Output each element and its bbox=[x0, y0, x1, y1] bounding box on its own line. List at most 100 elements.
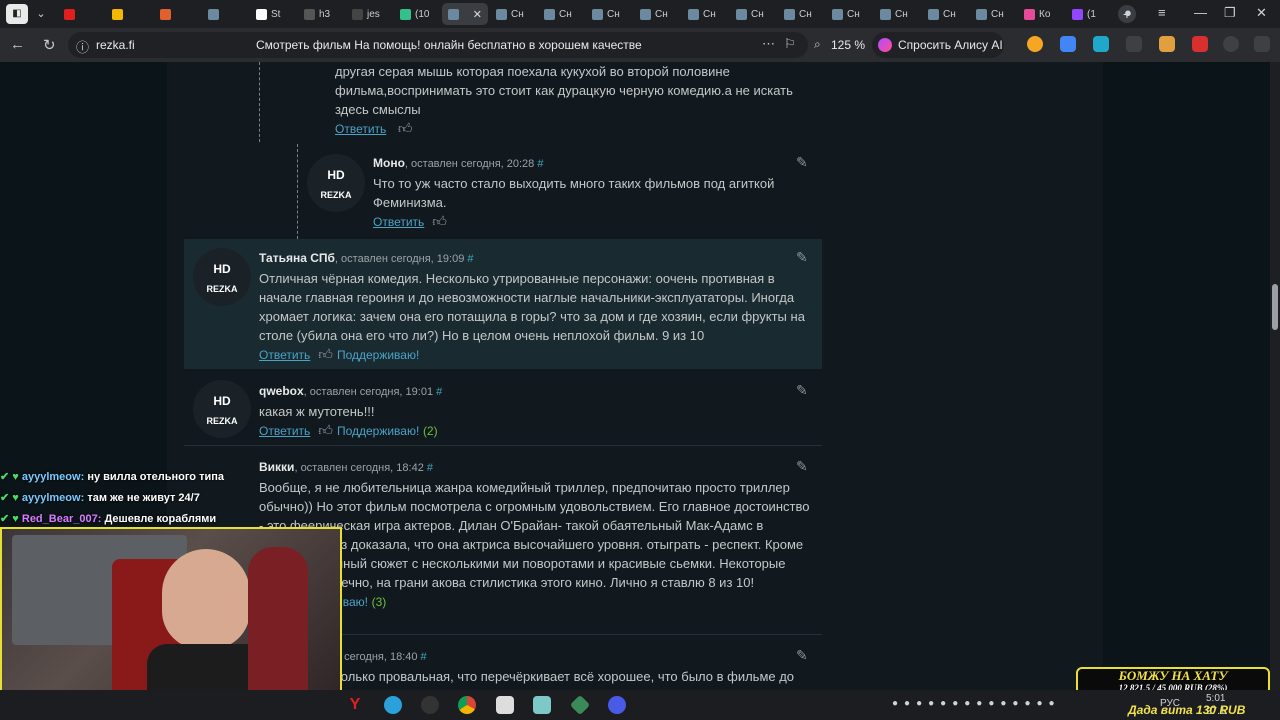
browser-tab[interactable]: Сн bbox=[778, 3, 824, 25]
tab-label: Сн bbox=[895, 8, 908, 20]
extension-icon-5[interactable] bbox=[1159, 36, 1175, 52]
browser-tab[interactable]: jes bbox=[346, 3, 392, 25]
browser-tab[interactable]: h3 bbox=[298, 3, 344, 25]
comment-mono: Моно, оставлен сегодня, 20:28 # Что то у… bbox=[373, 154, 803, 232]
tab-label: (10 bbox=[415, 8, 430, 20]
downloads-icon[interactable] bbox=[1254, 36, 1270, 52]
avatar: HD REZKA bbox=[193, 248, 251, 306]
app-icon[interactable] bbox=[533, 696, 551, 714]
support-link[interactable]: Поддерживаю! bbox=[337, 348, 419, 362]
tab-favicon-icon bbox=[976, 8, 987, 20]
more-icon[interactable]: ⋯ bbox=[762, 36, 775, 52]
permalink[interactable]: # bbox=[436, 386, 442, 398]
extension-icon-7[interactable] bbox=[1223, 36, 1239, 52]
like-icon[interactable]: 👍︎ bbox=[432, 212, 447, 231]
tab-label: Сн bbox=[847, 8, 860, 20]
comment-author[interactable]: Татьяна СПб bbox=[259, 251, 335, 265]
browser-tab[interactable] bbox=[58, 3, 104, 25]
yandex-icon[interactable]: Y bbox=[346, 696, 364, 714]
close-tab-icon[interactable]: ✕ bbox=[473, 8, 482, 21]
permalink[interactable]: # bbox=[467, 253, 473, 265]
comment-text: какая ж мутотень!!! bbox=[259, 404, 375, 419]
like-icon[interactable]: 👍︎ bbox=[398, 119, 413, 138]
reply-link[interactable]: Ответить bbox=[373, 215, 424, 229]
reply-link[interactable]: Ответить bbox=[259, 424, 310, 438]
comment-author[interactable]: Моно bbox=[373, 156, 405, 170]
extension-icon-3[interactable] bbox=[1093, 36, 1109, 52]
browser-tab[interactable]: (10 bbox=[394, 3, 440, 25]
chat-app-icon[interactable] bbox=[608, 696, 626, 714]
tab-label: Сн bbox=[751, 8, 764, 20]
browser-tab[interactable]: Сн bbox=[826, 3, 872, 25]
browser-tab[interactable]: St bbox=[250, 3, 296, 25]
browser-tab[interactable]: Сн bbox=[490, 3, 536, 25]
zoom-level[interactable]: 125 % bbox=[831, 38, 865, 52]
tray-icons[interactable]: ●●●●●●●●●●●●●● bbox=[892, 698, 1061, 709]
like-icon[interactable]: 👍︎ bbox=[318, 421, 333, 440]
banner-title: БОМЖУ НА ХАТУ bbox=[1118, 668, 1228, 683]
extension-icon-4[interactable] bbox=[1126, 36, 1142, 52]
telegram-icon[interactable] bbox=[384, 696, 402, 714]
bookmark-icon[interactable]: ⚐ bbox=[784, 36, 796, 52]
extension-icon-1[interactable] bbox=[1027, 36, 1043, 52]
reload-icon[interactable]: ↻ bbox=[43, 36, 56, 54]
browser-tab[interactable]: Сн bbox=[586, 3, 632, 25]
permalink[interactable]: # bbox=[421, 651, 427, 663]
edit-icon[interactable]: ✎ bbox=[796, 458, 808, 475]
tab-favicon-icon bbox=[448, 8, 459, 20]
browser-tab[interactable]: (1 bbox=[1066, 3, 1112, 25]
chrome-icon[interactable] bbox=[458, 696, 476, 714]
close-window-icon[interactable]: ✕ bbox=[1256, 5, 1267, 21]
reply-link[interactable]: Ответить bbox=[335, 122, 386, 136]
tab-favicon-icon bbox=[1072, 8, 1083, 20]
browser-tab[interactable]: Сн bbox=[922, 3, 968, 25]
extension-icon-6[interactable] bbox=[1192, 36, 1208, 52]
tab-list-button[interactable]: ⌄ bbox=[32, 4, 50, 24]
browser-tab[interactable]: Сн bbox=[538, 3, 584, 25]
browser-tab[interactable]: Сн bbox=[730, 3, 776, 25]
tabs: St h3 jes (10 ✕ Сн Сн Сн Сн Сн Сн Сн Сн Сн Сн Сн Ко (1 bbox=[56, 3, 1112, 25]
menu-icon[interactable]: ≡ bbox=[1158, 5, 1166, 20]
minimize-icon[interactable]: — bbox=[1194, 5, 1207, 20]
comment-author[interactable]: qwebox bbox=[259, 384, 304, 398]
edit-icon[interactable]: ✎ bbox=[796, 647, 808, 664]
permalink[interactable]: # bbox=[427, 462, 433, 474]
tab-label: Сн bbox=[991, 8, 1004, 20]
taskbar bbox=[0, 690, 1280, 720]
site-info-icon[interactable]: ⓘ bbox=[76, 37, 89, 56]
edit-icon[interactable]: ✎ bbox=[796, 382, 808, 399]
browser-tab[interactable]: Сн bbox=[682, 3, 728, 25]
comment-meta: н сегодня, 18:40 bbox=[335, 651, 418, 663]
like-icon[interactable]: 👍︎ bbox=[318, 345, 333, 364]
chat-user: ayyylmeow: bbox=[21, 471, 85, 483]
browser-tab[interactable]: Ко bbox=[1018, 3, 1064, 25]
restore-icon[interactable]: ❐ bbox=[1224, 5, 1236, 21]
chat-message: ✔ ♥ ayyylmeow: ну вилла отельного типа bbox=[0, 471, 224, 483]
browser-tab[interactable]: Сн bbox=[634, 3, 680, 25]
browser-tab[interactable]: Сн bbox=[874, 3, 920, 25]
app-h-icon[interactable] bbox=[496, 696, 514, 714]
zoom-icon[interactable]: ⌕ bbox=[814, 37, 821, 52]
permalink[interactable]: # bbox=[537, 158, 543, 170]
alice-icon bbox=[878, 38, 892, 52]
browser-tab[interactable] bbox=[154, 3, 200, 25]
browser-tab[interactable] bbox=[202, 3, 248, 25]
ask-alice-button[interactable]: Спросить Алису AI bbox=[872, 32, 1004, 58]
support-link[interactable]: Поддерживаю! bbox=[337, 424, 419, 438]
browser-menu-button[interactable]: ◧ bbox=[6, 4, 28, 24]
edit-icon[interactable]: ✎ bbox=[796, 154, 808, 171]
page-scrollbar[interactable] bbox=[1270, 62, 1280, 690]
back-icon[interactable]: ← bbox=[10, 36, 25, 53]
reply-link[interactable]: Ответить bbox=[259, 348, 310, 362]
comment-author[interactable]: Викки bbox=[259, 460, 294, 474]
url-box[interactable]: ⓘ rezka.fi Смотреть фильм На помощь! онл… bbox=[68, 32, 808, 58]
edit-icon[interactable]: ✎ bbox=[796, 249, 808, 266]
obs-icon[interactable] bbox=[421, 696, 439, 714]
browser-tab[interactable]: ✕ bbox=[442, 3, 488, 25]
profile-icon[interactable]: ● bbox=[1124, 5, 1132, 20]
comment-tatiana: Татьяна СПб, оставлен сегодня, 19:09 # О… bbox=[259, 249, 815, 365]
scrollbar-thumb[interactable] bbox=[1272, 284, 1278, 330]
translate-icon[interactable] bbox=[1060, 36, 1076, 52]
browser-tab[interactable]: Сн bbox=[970, 3, 1016, 25]
browser-tab[interactable] bbox=[106, 3, 152, 25]
